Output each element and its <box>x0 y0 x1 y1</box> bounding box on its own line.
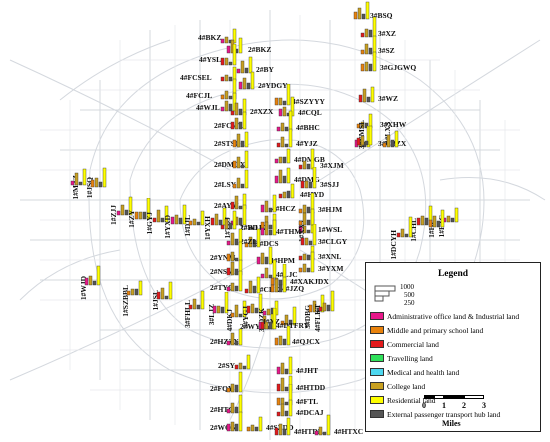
landuse-bars-icon <box>90 167 107 188</box>
scale-tick-0: 0 <box>422 401 426 410</box>
landuse-bars-icon <box>274 417 291 436</box>
legend-title: Legend <box>437 269 469 279</box>
station-label: 3#XJM <box>320 161 344 170</box>
scale-bar: 0 1 2 3 Miles <box>420 395 488 435</box>
legend-label: Medical and health land <box>387 367 460 377</box>
station-label: 4#FCSEL <box>180 73 212 82</box>
legend-item: Commercial land <box>370 339 439 349</box>
station-label: 2#BY <box>256 65 274 74</box>
landuse-bars-icon <box>232 169 249 189</box>
legend-swatch <box>370 410 384 418</box>
landuse-bars-icon <box>84 265 101 286</box>
map-canvas: 4#BKZ 3#BSQ 3#XZ 2#BKZ 3#SZ 4#YSL 2#BY 3#GJGWQ 4… <box>0 0 550 442</box>
landuse-bars-icon <box>274 148 291 164</box>
station-label: 4#HTXC <box>334 427 364 436</box>
legend-size-500: 500 <box>404 291 415 299</box>
legend-swatch <box>370 396 384 404</box>
station-label: 4#SZYYY <box>292 97 325 106</box>
station-label: 4#FCJL <box>186 91 213 100</box>
landuse-bars-icon <box>298 208 315 226</box>
landuse-bars-icon <box>360 51 377 72</box>
scale-tick-3: 3 <box>482 401 486 410</box>
legend-swatch <box>370 340 384 348</box>
landuse-bars-icon <box>246 416 263 432</box>
legend-swatch <box>370 326 384 334</box>
landuse-bars-icon <box>238 71 255 90</box>
legend-swatch <box>370 382 384 390</box>
landuse-bars-icon <box>298 251 315 273</box>
legend-size-1000: 1000 <box>400 283 414 291</box>
station-label: 3#XNL <box>318 252 342 261</box>
station-label: 4#BHC <box>296 123 320 132</box>
legend-swatch <box>370 368 384 376</box>
landuse-bars-icon <box>396 216 413 238</box>
station-label: 4#JHT <box>296 366 319 375</box>
landuse-bars-icon <box>244 276 261 294</box>
station-label: 4#WJL <box>196 103 220 112</box>
landuse-bars-icon <box>226 371 243 393</box>
legend-item: Travelling land <box>370 353 433 363</box>
legend-swatch <box>370 354 384 362</box>
station-label: 3#YXM <box>318 264 344 273</box>
landuse-bars-icon <box>356 125 373 146</box>
station-label: 2#XZX <box>250 107 274 116</box>
station-label: 4#HTDD <box>296 383 326 392</box>
station-label: 3#SZ <box>378 46 395 55</box>
landuse-bars-icon <box>318 290 335 312</box>
landuse-bars-icon <box>260 219 277 236</box>
station-label: 3#CLGY <box>318 237 348 246</box>
station-label: 4#YJZ <box>296 139 318 148</box>
landuse-bars-icon <box>358 86 375 103</box>
legend-size-250: 250 <box>404 299 415 307</box>
landuse-bars-icon <box>226 411 243 432</box>
landuse-bars-icon <box>274 325 291 346</box>
scale-unit: Miles <box>442 419 461 428</box>
landuse-bars-icon <box>226 270 243 292</box>
station-label: 4#BKZ <box>198 33 222 42</box>
scale-tick-2: 2 <box>462 401 466 410</box>
size-symbol-icon <box>374 285 396 302</box>
landuse-bars-icon <box>188 290 205 310</box>
station-label: 4#YSL <box>199 55 222 64</box>
landuse-bars-icon <box>126 280 143 296</box>
landuse-bars-icon <box>270 276 287 293</box>
legend-item: Middle and primary school land <box>370 325 483 335</box>
landuse-bars-icon <box>314 414 331 436</box>
station-label: 4#CQL <box>298 108 322 117</box>
landuse-bars-icon <box>226 328 243 346</box>
station-label: 3#GJGWQ <box>380 63 417 72</box>
station-label: 4#FTL <box>296 397 319 406</box>
landuse-bars-icon <box>156 281 173 300</box>
station-label: 3#SJJ <box>320 180 340 189</box>
legend-label: Commercial land <box>387 339 439 349</box>
legend-label: Administrative office land & Industrial … <box>387 311 520 321</box>
legend-swatch <box>370 312 384 320</box>
station-label: 3#XZ <box>378 29 396 38</box>
station-label: 3#WZ <box>378 94 399 103</box>
legend-item: Medical and health land <box>370 367 459 377</box>
landuse-bars-icon <box>300 167 317 189</box>
station-label: 2#SY <box>218 361 236 370</box>
legend-label: Travelling land <box>387 353 433 363</box>
legend-label: Middle and primary school land <box>387 325 484 335</box>
station-label: 4#THM <box>276 227 302 236</box>
landuse-bars-icon <box>234 354 251 370</box>
landuse-bars-icon <box>232 131 249 148</box>
landuse-bars-icon <box>382 130 399 148</box>
station-label: 4#QJCX <box>292 337 320 346</box>
legend-item: College land <box>370 381 425 391</box>
legend-label: College land <box>387 381 426 391</box>
landuse-bars-icon <box>278 183 295 199</box>
station-label: 3#HJM <box>318 205 343 214</box>
landuse-bars-icon <box>428 209 445 228</box>
landuse-bars-icon <box>232 150 249 169</box>
legend-item: Administrative office land & Industrial … <box>370 311 519 321</box>
station-label: 1#WSL <box>318 225 343 234</box>
scale-tick-1: 1 <box>442 401 446 410</box>
